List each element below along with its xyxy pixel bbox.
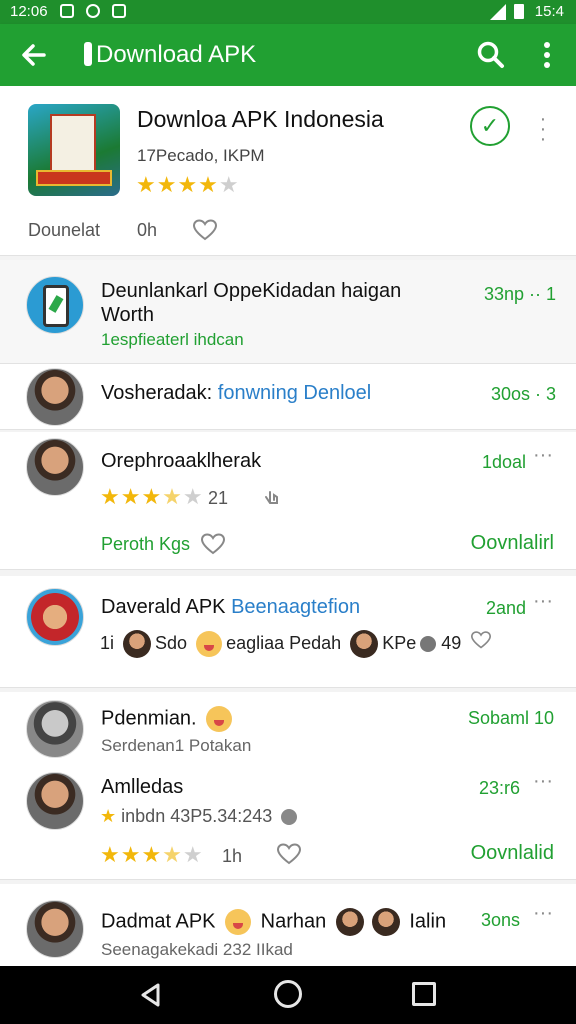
plus-icon: [281, 809, 298, 826]
row-time: 1doal: [481, 452, 526, 472]
sync-icon: [86, 4, 100, 18]
more-horiz-icon[interactable]: ···: [533, 903, 553, 923]
row-title: Amlledas: [101, 776, 184, 798]
heart-icon[interactable]: [276, 842, 302, 866]
nav-bar: [0, 966, 576, 1024]
app-icon: [28, 104, 120, 196]
heart-icon[interactable]: [470, 630, 492, 650]
row-title-line2: Worth: [101, 304, 154, 326]
row-time: 30os · 3: [490, 384, 556, 404]
download-label: Dounelat: [28, 220, 101, 240]
row-title: Dadmat APK Narhan Ialin: [101, 908, 446, 936]
signal-icon: [490, 4, 506, 20]
app-title: Downloa APK Indonesia: [137, 106, 384, 132]
install-check-button[interactable]: ✓: [470, 106, 510, 146]
search-button[interactable]: [474, 38, 508, 72]
app-bar: Download APK: [0, 24, 576, 86]
row-title: Vosheradak: fonwning Denloel: [101, 382, 372, 404]
check-icon: ✓: [480, 113, 500, 138]
more-vert-icon: [544, 42, 550, 68]
emoji-icon: [196, 631, 223, 657]
more-menu-button[interactable]: [534, 38, 560, 72]
row-time: Sobaml 10: [467, 708, 554, 728]
avatar: [26, 900, 84, 958]
download-button[interactable]: Oovnlalirl: [471, 532, 554, 555]
row-title: Pdenmian.: [101, 706, 236, 732]
download-button[interactable]: Oovnlalid: [471, 842, 554, 865]
more-vert-icon[interactable]: · · ·: [533, 109, 553, 149]
row-subtitle: Seenagakekadi 232 IIkad: [101, 940, 293, 959]
row-time: 23:r6: [478, 778, 520, 798]
row-action-link[interactable]: Peroth Kgs: [101, 534, 190, 555]
mini-avatar: [350, 630, 379, 658]
row-time: 3ons: [480, 910, 520, 930]
rating-count: 21: [208, 488, 229, 508]
nav-recent-icon[interactable]: [412, 982, 436, 1006]
list-item[interactable]: Daverald APK Beenaagtefion 2and ··· 1i S…: [0, 576, 576, 688]
avatar: [26, 588, 84, 646]
row-title: Deunlankarl OppeKidadan haigan: [101, 280, 402, 302]
mini-avatar: [335, 908, 364, 936]
row-activity-line: 1i Sdo eagliaa Pedah KPe 49: [100, 630, 461, 658]
avatar: [26, 438, 84, 496]
list-item[interactable]: Orephroaaklherak 1doal ··· ★★★★★ 21 Pero…: [0, 432, 576, 570]
row-subtitle: 1espfieaterl ihdcan: [101, 330, 244, 349]
row-time: 2and: [485, 598, 526, 618]
app-rating: ★★★★★: [136, 172, 240, 197]
battery-icon: [514, 4, 524, 19]
clock-icon: [420, 636, 437, 652]
row-subtitle: ★ inbdn 43P5.34:243: [100, 806, 298, 827]
row-time-ago: 1h: [222, 846, 243, 866]
more-horiz-icon[interactable]: ···: [533, 591, 553, 611]
emoji-icon: [225, 909, 252, 935]
emoji-icon: [206, 706, 233, 732]
app-subtitle: 17Pecado, IKPM: [137, 146, 265, 165]
notification-icon: [60, 4, 74, 18]
app-header-card[interactable]: Downloa APK Indonesia 17Pecado, IKPM ★★★…: [0, 86, 576, 256]
row-rating: ★★★★★: [100, 842, 204, 867]
status-bar: 12:06 15:4: [0, 0, 576, 24]
avatar: [26, 700, 84, 758]
list-group: Pdenmian. Serdenan1 Potakan Sobaml 10 Am…: [0, 692, 576, 880]
list-item[interactable]: Dadmat APK Narhan Ialin Seenagakekadi 23…: [0, 884, 576, 966]
heart-icon[interactable]: [200, 532, 226, 556]
list-item[interactable]: Deunlankarl OppeKidadan haigan Worth 1es…: [0, 260, 576, 364]
logo-mark: [84, 42, 92, 66]
notification-icon: [112, 4, 126, 18]
nav-back-icon[interactable]: [138, 982, 164, 1008]
row-subtitle: Serdenan1 Potakan: [101, 736, 252, 755]
page-title: Download APK: [84, 41, 256, 69]
more-horiz-icon[interactable]: ···: [533, 445, 553, 465]
status-time: 12:06: [10, 3, 48, 20]
heart-icon[interactable]: [192, 218, 218, 242]
nav-home-icon[interactable]: [274, 980, 302, 1008]
avatar: [26, 368, 84, 426]
row-title: Orephroaaklherak: [101, 450, 262, 472]
search-icon: [477, 41, 504, 68]
avatar: [26, 772, 84, 830]
list-item[interactable]: Vosheradak: fonwning Denloel 30os · 3: [0, 364, 576, 430]
back-button[interactable]: [16, 37, 52, 73]
content: Downloa APK Indonesia 17Pecado, IKPM ★★★…: [0, 86, 576, 966]
row-rating: ★★★★★: [100, 484, 204, 509]
mini-avatar: [123, 630, 152, 658]
row-time: 33np ·· 1: [483, 284, 556, 304]
phone-app-icon: [26, 276, 84, 334]
mini-avatar: [371, 908, 400, 936]
more-horiz-icon[interactable]: ···: [533, 771, 553, 791]
arrow-left-icon: [22, 44, 46, 66]
status-time-right: 15:4: [534, 3, 564, 20]
hand-icon: [265, 491, 278, 504]
time-label: 0h: [137, 220, 158, 240]
row-title: Daverald APK Beenaagtefion: [101, 596, 361, 618]
